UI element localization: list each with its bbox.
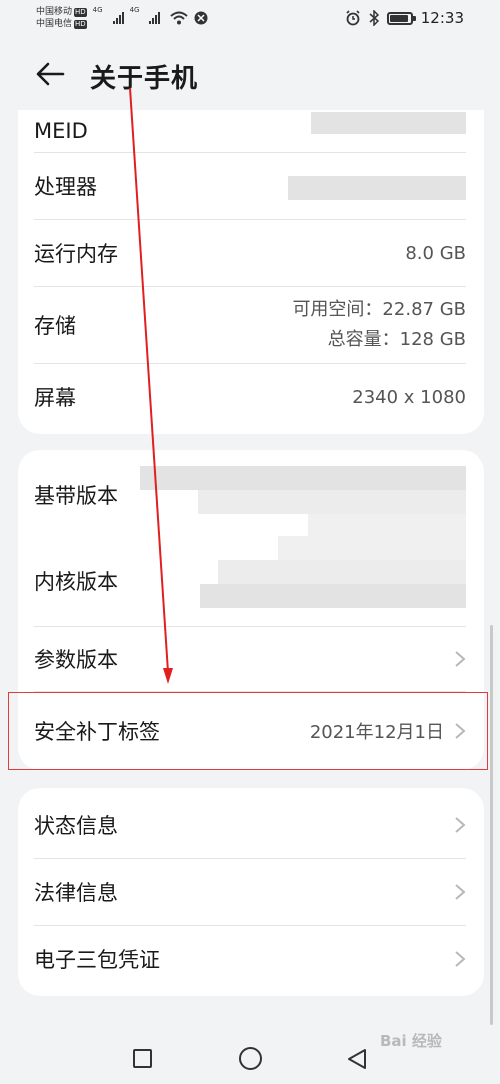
watermark: Bai 经验 bbox=[380, 1032, 442, 1050]
home-icon[interactable] bbox=[239, 1047, 262, 1070]
back-triangle-icon[interactable] bbox=[345, 1047, 369, 1071]
recent-apps-icon[interactable] bbox=[133, 1049, 152, 1068]
annotation-arrow bbox=[129, 87, 173, 684]
